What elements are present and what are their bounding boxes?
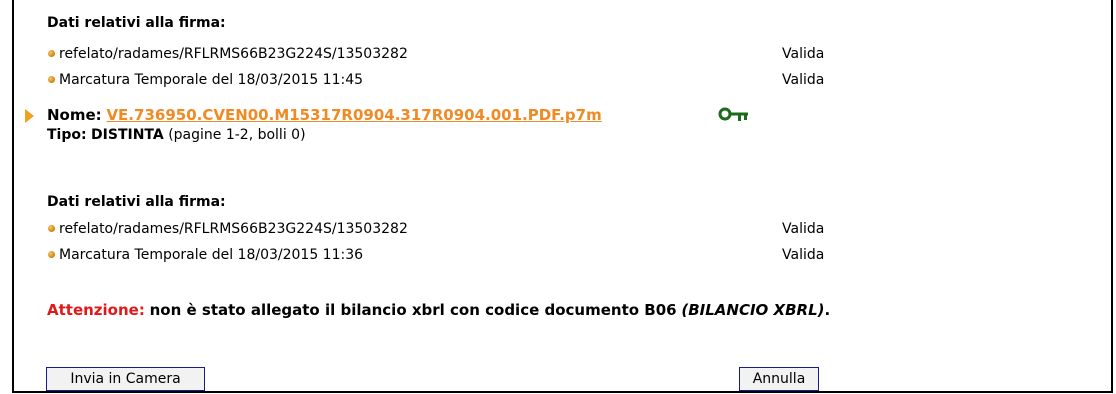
signature-data-header: Dati relativi alla firma: <box>47 15 226 31</box>
file-type-row: Tipo: DISTINTA (pagine 1-2, bolli 0) <box>47 127 306 143</box>
signature-label: refelato/radames/RFLRMS66B23G224S/135032… <box>59 221 408 237</box>
bullet-icon <box>48 224 55 232</box>
signature-status: Valida <box>782 221 825 237</box>
file-type-detail: (pagine 1-2, bolli 0) <box>168 127 306 143</box>
timestamp-row: Marcatura Temporale del 18/03/2015 11:45 <box>48 72 363 88</box>
timestamp-status: Valida <box>782 247 825 263</box>
bullet-icon <box>48 75 55 83</box>
timestamp-status: Valida <box>782 72 825 88</box>
signature-row: refelato/radames/RFLRMS66B23G224S/135032… <box>48 221 408 237</box>
bullet-icon <box>48 250 55 258</box>
warning-end: . <box>824 301 831 319</box>
signature-data-header: Dati relativi alla firma: <box>47 194 226 210</box>
timestamp-label: Marcatura Temporale del 18/03/2015 11:36 <box>59 247 364 263</box>
warning-doc-name: (BILANCIO XBRL) <box>681 301 825 319</box>
selected-arrow-icon <box>25 109 34 123</box>
file-type-value: DISTINTA <box>91 127 164 143</box>
cancel-button[interactable]: Annulla <box>739 367 819 391</box>
signature-label: refelato/radames/RFLRMS66B23G224S/135032… <box>59 46 408 62</box>
warning-label: Attenzione: <box>47 301 145 319</box>
file-type-label: Tipo: <box>47 127 87 143</box>
file-name-link[interactable]: VE.736950.CVEN00.M15317R0904.317R0904.00… <box>106 106 601 124</box>
signature-row: refelato/radames/RFLRMS66B23G224S/135032… <box>48 46 408 62</box>
send-to-chamber-button[interactable]: Invia in Camera <box>46 367 205 391</box>
bullet-icon <box>48 49 55 57</box>
warning-message: Attenzione: non è stato allegato il bila… <box>47 301 830 319</box>
signature-status: Valida <box>782 46 825 62</box>
file-name-label: Nome: <box>47 106 102 124</box>
file-name-row: Nome: VE.736950.CVEN00.M15317R0904.317R0… <box>47 106 602 124</box>
timestamp-label: Marcatura Temporale del 18/03/2015 11:45 <box>59 72 364 88</box>
timestamp-row: Marcatura Temporale del 18/03/2015 11:36 <box>48 247 363 263</box>
key-icon[interactable] <box>718 106 750 122</box>
warning-text: non è stato allegato il bilancio xbrl co… <box>149 301 677 319</box>
